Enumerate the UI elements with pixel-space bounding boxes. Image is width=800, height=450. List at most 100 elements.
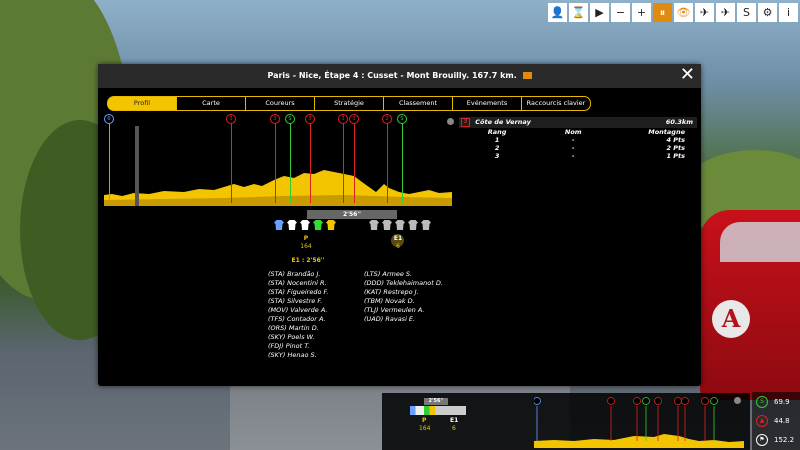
- rider-name[interactable]: (STA) Figueiredo F.: [268, 288, 329, 297]
- table-cell: 3: [494, 152, 500, 160]
- hud-profile: [534, 397, 744, 448]
- tab-raccourcis-clavier[interactable]: Raccourcis clavier: [521, 96, 591, 111]
- peloton-jerseys[interactable]: [274, 220, 336, 232]
- race-stats: S 69.9 ▲ 44.8 ⚑ 152.2: [752, 392, 800, 450]
- stat-row: S 69.9: [756, 396, 790, 408]
- marker-line: [402, 123, 403, 203]
- hourglass-icon[interactable]: ⌛: [569, 3, 588, 22]
- rider-name[interactable]: (TFS) Contador A.: [268, 315, 329, 324]
- rider-name[interactable]: (STA) Brandão J.: [268, 270, 329, 279]
- rider-name[interactable]: (ORS) Martin D.: [268, 324, 329, 333]
- rider-name[interactable]: (UAD) Ravasi E.: [364, 315, 443, 324]
- marker-line: [387, 123, 388, 203]
- helicopter-icon[interactable]: ✈: [716, 3, 735, 22]
- hud-toggle[interactable]: [734, 397, 741, 404]
- marker-line: [290, 123, 291, 203]
- climb-category-icon: 3: [461, 117, 470, 127]
- table-cell: -: [571, 152, 575, 160]
- person-icon[interactable]: 👤: [548, 3, 567, 22]
- stat-value: 69.9: [774, 398, 790, 406]
- table-cell: -: [571, 144, 575, 152]
- tab-carte[interactable]: Carte: [176, 96, 246, 111]
- escape-jersey-icon[interactable]: [382, 220, 392, 230]
- table-row: 1 - 4 Pts: [459, 136, 697, 144]
- hud-marker: [681, 397, 689, 405]
- escape-jerseys[interactable]: [369, 220, 431, 232]
- profile-toggle[interactable]: [447, 118, 454, 125]
- hud-marker: [710, 397, 718, 405]
- table-cell: 4 Pts: [666, 136, 685, 144]
- rider-name[interactable]: (LTS) Armee S.: [364, 270, 443, 279]
- escape-jersey-icon[interactable]: [369, 220, 379, 230]
- pause-icon[interactable]: ⏸: [653, 3, 672, 22]
- top-toolbar: 👤 ⌛ ▶ − + ⏸ 👁 ✈ ✈ S ⚙ i: [548, 3, 798, 22]
- elevation-icon: ▲: [756, 415, 768, 427]
- peloton-jersey-icon[interactable]: [326, 220, 336, 230]
- climb-name: Côte de Vernay: [475, 118, 531, 126]
- mini-profile-hud: 2'56'' P 164 E1 6: [382, 393, 750, 450]
- rider-name[interactable]: (MOV) Valverde A.: [268, 306, 329, 315]
- title-bar: Paris - Nice, Étape 4 : Cusset - Mont Br…: [98, 64, 701, 88]
- rider-name[interactable]: (TLJ) Vermeulen A.: [364, 306, 443, 315]
- marker-line: [275, 123, 276, 203]
- peloton-gap: E1 : 2'56'': [291, 257, 325, 264]
- hud-escape-label: E1: [450, 417, 459, 424]
- gap-bar: 2'56'': [307, 210, 397, 219]
- escape-jersey-icon[interactable]: [408, 220, 418, 230]
- settings-icon[interactable]: ⚙: [758, 3, 777, 22]
- finish-flag-icon: ⚑: [756, 434, 768, 446]
- table-cell: 2: [494, 144, 500, 152]
- hud-peloton-label: P: [422, 417, 427, 424]
- escape-riders-list: (LTS) Armee S. (DDD) Teklehaimanot D. (KAT…: [364, 270, 443, 324]
- tab-coureurs[interactable]: Coureurs: [245, 96, 315, 111]
- sprint-icon: S: [756, 396, 768, 408]
- rider-name[interactable]: (TBM) Novak D.: [364, 297, 443, 306]
- escape-count: 6: [396, 243, 400, 250]
- rider-name[interactable]: (STA) Nocentini R.: [268, 279, 329, 288]
- minus-icon[interactable]: −: [611, 3, 630, 22]
- stage-window: Paris - Nice, Étape 4 : Cusset - Mont Br…: [98, 64, 701, 386]
- hud-marker: [642, 397, 650, 405]
- tab-classement[interactable]: Classement: [383, 96, 453, 111]
- rider-name[interactable]: (STA) Silvestre F.: [268, 297, 329, 306]
- stat-row: ⚑ 152.2: [756, 434, 794, 446]
- tab-strategie[interactable]: Stratégie: [314, 96, 384, 111]
- climb-header: 3 Côte de Vernay 60.3km: [459, 117, 697, 128]
- rider-name[interactable]: (KAT) Restrepo J.: [364, 288, 443, 297]
- peloton-jersey-icon[interactable]: [287, 220, 297, 230]
- peloton-jersey-icon[interactable]: [313, 220, 323, 230]
- stat-value: 44.8: [774, 417, 790, 425]
- escape-jersey-icon[interactable]: [421, 220, 431, 230]
- stage-profile[interactable]: 033S3332S: [104, 114, 452, 206]
- column-header: Montagne: [648, 128, 685, 136]
- close-icon[interactable]: ✕: [680, 65, 695, 85]
- stage-title: Paris - Nice, Étape 4 : Cusset - Mont Br…: [267, 71, 517, 80]
- hud-marker: [674, 397, 682, 405]
- rider-name[interactable]: (SKY) Poels W.: [268, 333, 329, 342]
- tab-profil[interactable]: Profil: [107, 96, 177, 111]
- sprint-icon[interactable]: S: [737, 3, 756, 22]
- peloton-riders-list: (STA) Brandão J. (STA) Nocentini R. (STA) …: [268, 270, 329, 360]
- climb-points-table: Rang Nom Montagne 1 - 4 Pts 2 - 2 Pts 3 …: [459, 128, 697, 160]
- table-row: 2 - 2 Pts: [459, 144, 697, 152]
- info-icon[interactable]: i: [779, 3, 798, 22]
- hud-escape-count: 6: [452, 425, 456, 432]
- flag-icon: [522, 72, 532, 79]
- hud-elevation-profile: [534, 434, 744, 448]
- peloton-count: 164: [300, 243, 312, 250]
- rider-name[interactable]: (FDJ) Pinot T.: [268, 342, 329, 351]
- column-header: Nom: [564, 128, 582, 136]
- tab-evenements[interactable]: Evénements: [452, 96, 522, 111]
- rider-name[interactable]: (SKY) Henao S.: [268, 351, 329, 360]
- motorbike-icon[interactable]: ✈: [695, 3, 714, 22]
- rider-name[interactable]: (DDD) Teklehaimanot D.: [364, 279, 443, 288]
- hud-marker: [534, 397, 541, 405]
- peloton-jersey-icon[interactable]: [300, 220, 310, 230]
- eye-icon[interactable]: 👁: [674, 3, 693, 22]
- play-icon[interactable]: ▶: [590, 3, 609, 22]
- escape-jersey-icon[interactable]: [395, 220, 405, 230]
- plus-icon[interactable]: +: [632, 3, 651, 22]
- peloton-jersey-icon[interactable]: [274, 220, 284, 230]
- hud-jerseys: [410, 406, 466, 415]
- marker-line: [109, 123, 110, 203]
